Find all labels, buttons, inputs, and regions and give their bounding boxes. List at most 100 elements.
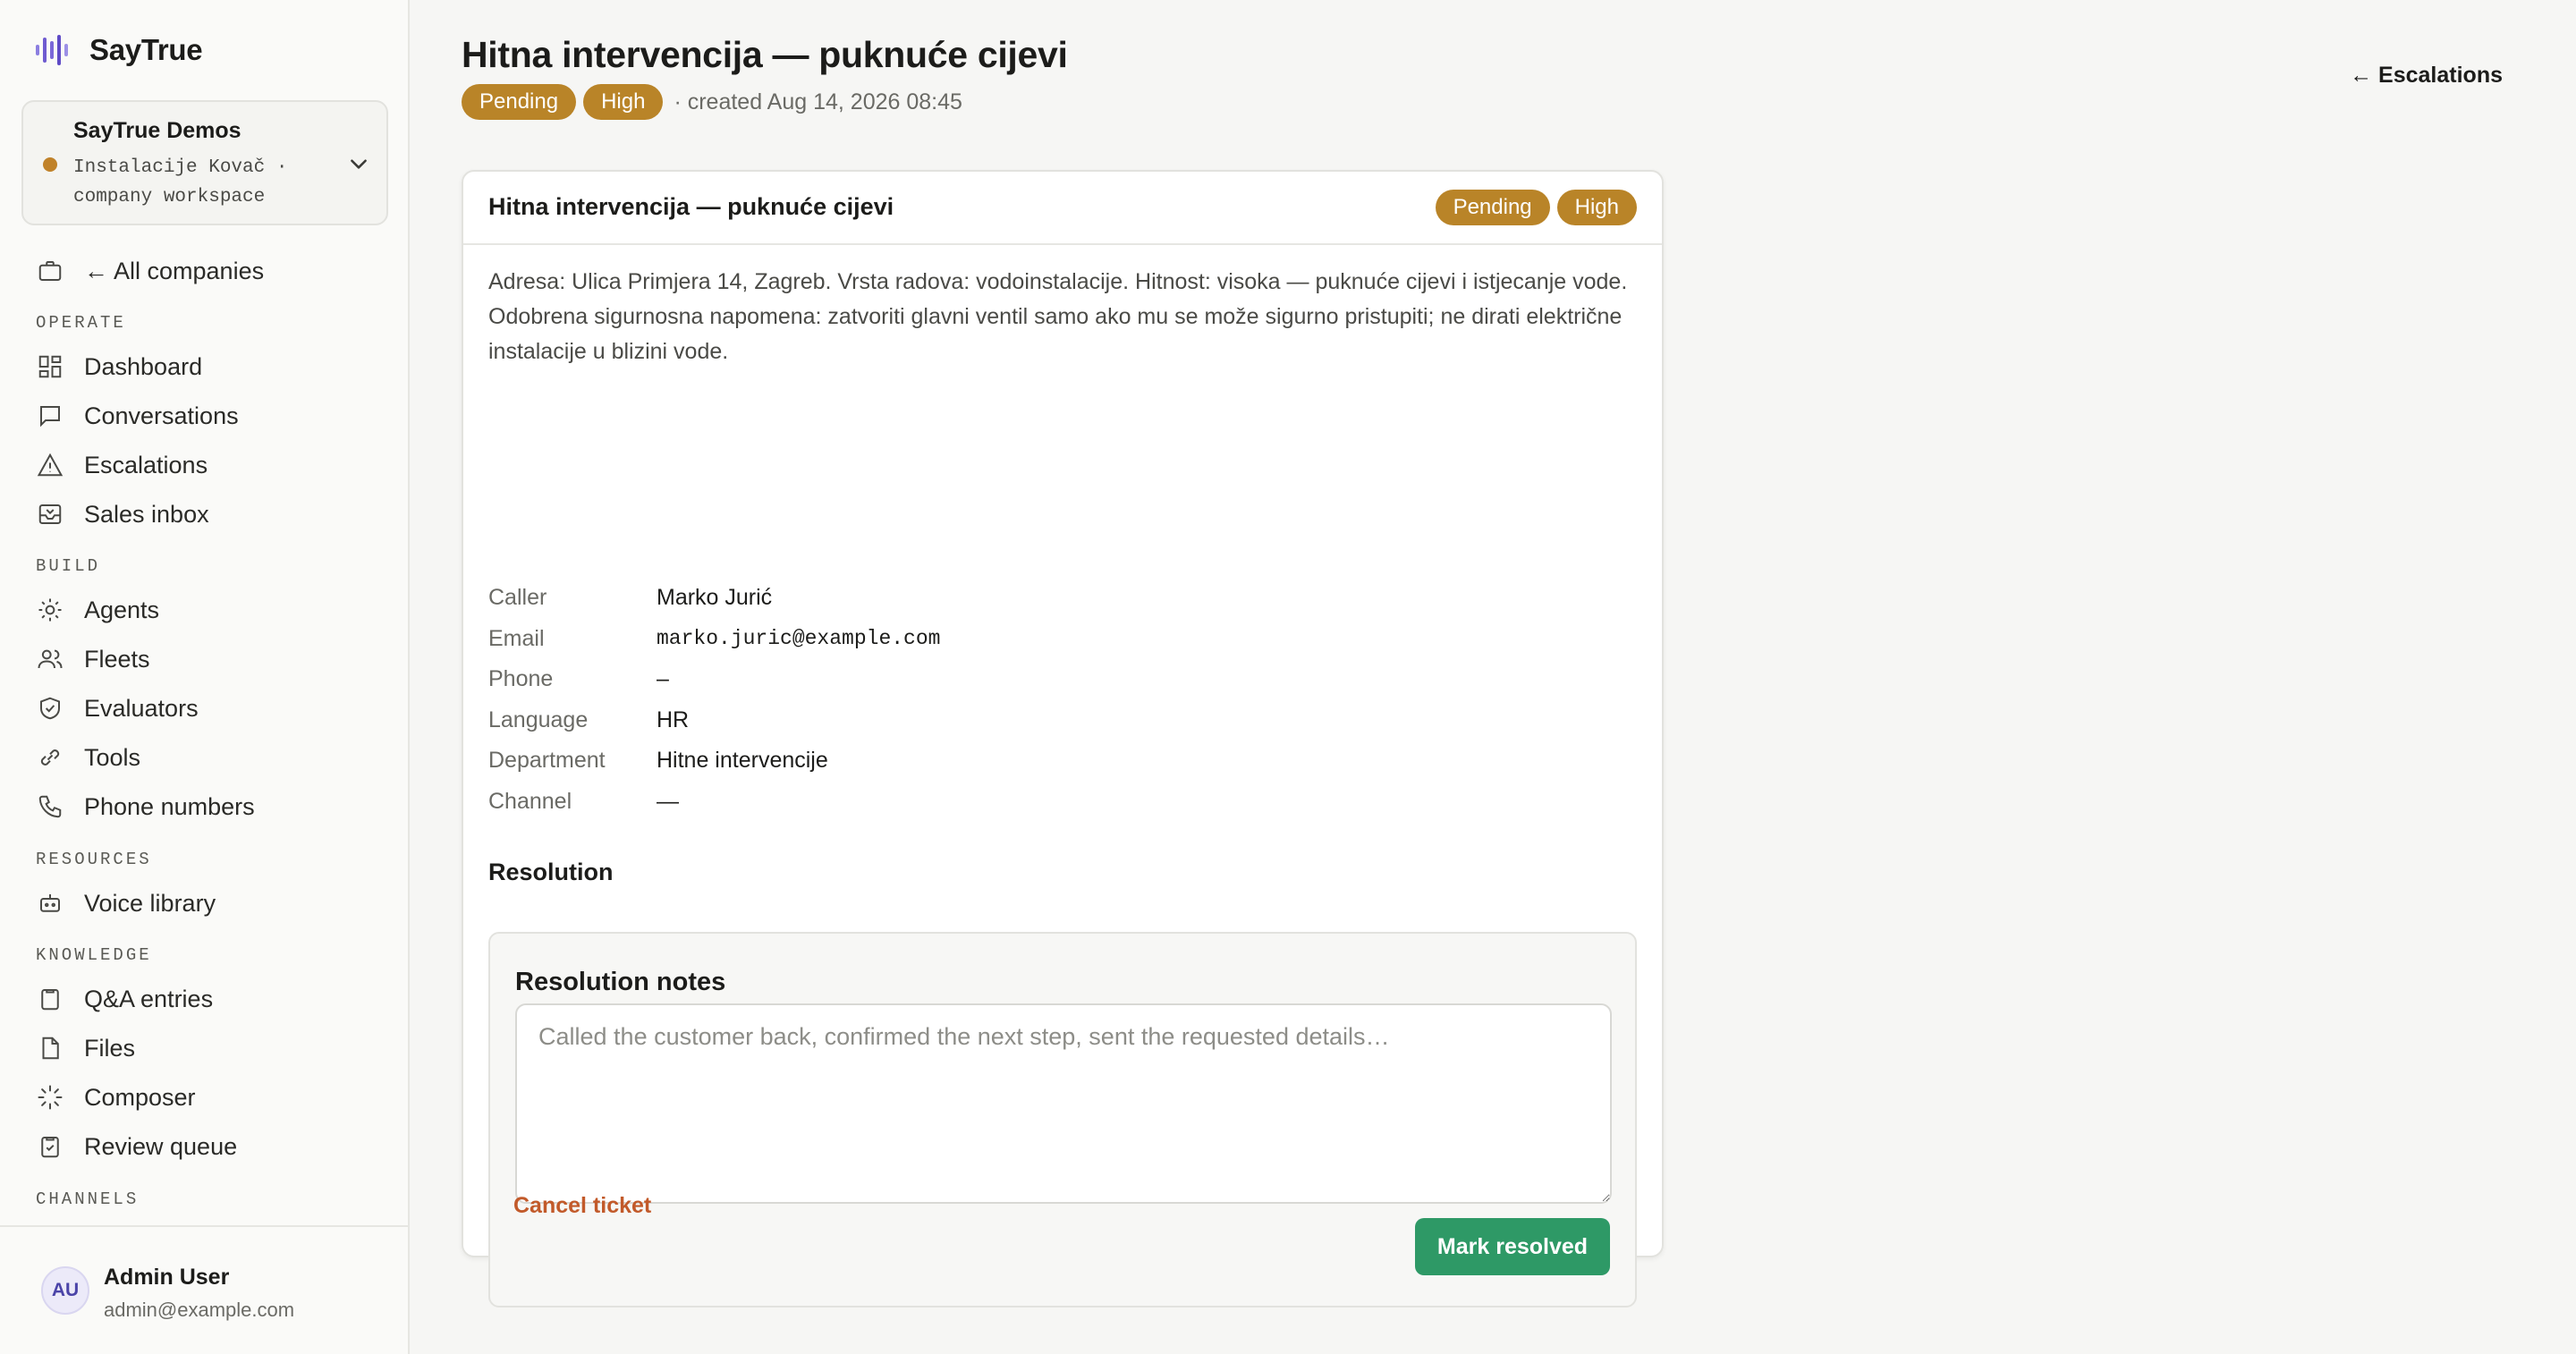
field-label: Phone: [488, 666, 554, 692]
workspace-name: SayTrue Demos: [73, 118, 242, 143]
sidebar-item-files[interactable]: Files: [36, 1030, 135, 1066]
section-operate: OPERATE: [36, 313, 126, 333]
sidebar-item-label: Agents: [84, 596, 160, 623]
section-channels: CHANNELS: [36, 1189, 140, 1209]
sidebar-item-sales-inbox[interactable]: Sales inbox: [36, 496, 209, 532]
workspace-subtitle: Instalacije Kovač · company workspace: [73, 157, 288, 207]
brand[interactable]: SayTrue: [34, 32, 203, 68]
warning-triangle-icon: [36, 451, 64, 479]
robot-icon: [36, 889, 64, 918]
sidebar-item-composer[interactable]: Composer: [36, 1079, 196, 1115]
phone-icon: [36, 792, 64, 821]
sidebar-item-label: Review queue: [84, 1132, 238, 1160]
field-email: Email marko.juric@example.com: [488, 619, 940, 660]
field-label: Email: [488, 625, 545, 651]
sparkle-loader-icon: [36, 1083, 64, 1112]
brand-name: SayTrue: [89, 33, 203, 66]
resolution-notes-label: Resolution notes: [515, 968, 726, 996]
caller-value: Marko Jurić: [657, 585, 773, 611]
section-knowledge: KNOWLEDGE: [36, 945, 152, 965]
chat-bubble-icon: [36, 402, 64, 430]
sidebar-item-fleets[interactable]: Fleets: [36, 641, 150, 677]
sidebar: SayTrue SayTrue Demos Instalacije Kovač …: [0, 0, 410, 1354]
language-value: HR: [657, 707, 690, 732]
sidebar-item-label: Escalations: [84, 451, 208, 478]
sidebar-item-label: Q&A entries: [84, 985, 214, 1012]
cancel-ticket-link[interactable]: Cancel ticket: [513, 1193, 651, 1219]
ticket-card: Hitna intervencija — puknuće cijevi Pend…: [462, 170, 1664, 1307]
clipboard-check-icon: [36, 1132, 64, 1161]
sidebar-item-label: Composer: [84, 1083, 196, 1111]
section-resources: RESOURCES: [36, 850, 152, 869]
field-language: Language HR: [488, 700, 940, 741]
field-label: Department: [488, 748, 606, 774]
section-build: BUILD: [36, 556, 101, 576]
ticket-card-header: Hitna intervencija — puknuće cijevi Pend…: [463, 172, 1662, 245]
channel-value: —: [657, 788, 679, 814]
status-badge: Pending: [1435, 190, 1550, 225]
email-value: marko.juric@example.com: [657, 627, 941, 651]
all-companies-label: ← All companies: [84, 257, 265, 284]
created-timestamp: · created Aug 14, 2026 08:45: [674, 89, 962, 114]
briefcase-icon: [36, 257, 64, 285]
dashboard-icon: [36, 352, 64, 381]
department-value: Hitne intervencije: [657, 748, 828, 774]
resolution-form: Resolution notes Mark resolved: [488, 932, 1637, 1307]
field-caller: Caller Marko Jurić: [488, 578, 940, 619]
sidebar-item-label: Fleets: [84, 645, 150, 673]
sidebar-item-label: Dashboard: [84, 352, 203, 380]
mark-resolved-button[interactable]: Mark resolved: [1415, 1218, 1610, 1275]
field-department: Department Hitne intervencije: [488, 740, 940, 782]
field-label: Channel: [488, 788, 572, 814]
user-email: admin@example.com: [104, 1299, 295, 1321]
clipboard-icon: [36, 985, 64, 1013]
sidebar-item-agents[interactable]: Agents: [36, 592, 159, 628]
sidebar-item-label: Phone numbers: [84, 792, 255, 820]
sidebar-item-label: Conversations: [84, 402, 239, 429]
inbox-icon: [36, 500, 64, 529]
users-icon: [36, 645, 64, 673]
shield-check-icon: [36, 694, 64, 723]
sidebar-item-dashboard[interactable]: Dashboard: [36, 349, 202, 385]
chevron-down-icon: [351, 159, 367, 169]
field-label: Caller: [488, 585, 547, 611]
user-menu[interactable]: AU Admin User admin@example.com: [0, 1225, 408, 1354]
avatar: AU: [41, 1266, 89, 1315]
phone-value: –: [657, 666, 669, 692]
ticket-title: Hitna intervencija — puknuće cijevi: [488, 193, 894, 220]
saytrue-logo-icon: [36, 35, 68, 65]
priority-badge: High: [1556, 190, 1637, 225]
workspace-status-dot: [43, 157, 57, 172]
file-icon: [36, 1034, 64, 1062]
field-label: Language: [488, 707, 589, 732]
sidebar-item-label: Voice library: [84, 889, 216, 917]
gear-icon: [36, 596, 64, 624]
sidebar-item-phone-numbers[interactable]: Phone numbers: [36, 789, 255, 825]
sidebar-item-label: Files: [84, 1034, 136, 1062]
resolution-notes-input[interactable]: [515, 1003, 1612, 1204]
status-badge: Pending: [462, 84, 577, 120]
sidebar-item-label: Sales inbox: [84, 500, 209, 528]
sidebar-item-conversations[interactable]: Conversations: [36, 398, 239, 434]
link-icon: [36, 743, 64, 772]
all-companies-link[interactable]: ← All companies: [36, 253, 264, 289]
sidebar-item-tools[interactable]: Tools: [36, 740, 140, 775]
ticket-meta: Pending High · created Aug 14, 2026 08:4…: [462, 84, 962, 120]
sidebar-item-review-queue[interactable]: Review queue: [36, 1129, 237, 1164]
back-to-escalations-link[interactable]: ← Escalations: [2350, 63, 2503, 89]
ticket-description: Adresa: Ulica Primjera 14, Zagreb. Vrsta…: [488, 269, 1628, 364]
workspace-switcher[interactable]: SayTrue Demos Instalacije Kovač · compan…: [21, 100, 388, 225]
page-title: Hitna intervencija — puknuće cijevi: [462, 34, 1068, 75]
sidebar-item-qa-entries[interactable]: Q&A entries: [36, 981, 213, 1017]
sidebar-item-escalations[interactable]: Escalations: [36, 447, 208, 483]
sidebar-item-voice-library[interactable]: Voice library: [36, 885, 216, 921]
ticket-fields: Caller Marko Jurić Email marko.juric@exa…: [488, 578, 940, 822]
priority-badge: High: [583, 84, 664, 120]
ticket-badges: Pending High: [1435, 190, 1637, 225]
sidebar-item-evaluators[interactable]: Evaluators: [36, 690, 199, 726]
sidebar-item-label: Tools: [84, 743, 141, 771]
user-name: Admin User: [104, 1265, 230, 1290]
sidebar-item-label: Evaluators: [84, 694, 199, 722]
field-phone: Phone –: [488, 659, 940, 700]
resolution-heading: Resolution: [488, 859, 614, 885]
